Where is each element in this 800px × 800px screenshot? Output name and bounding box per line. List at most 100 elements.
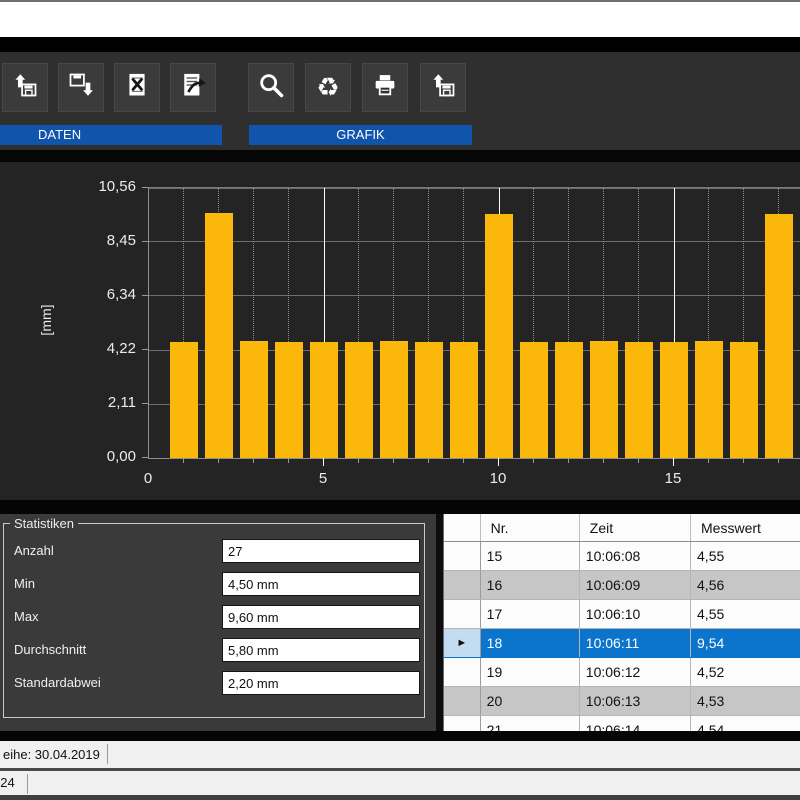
bar-measurement-8 [415,342,443,458]
stat-label-anzahl: Anzahl [14,543,54,558]
bar-measurement-1 [170,342,198,458]
cell-zeit[interactable]: 10:06:08 [579,542,690,571]
cell-nr[interactable]: 21 [480,716,579,732]
window-bottom-edge [0,795,800,800]
stat-row: Min [4,572,424,596]
cell-nr[interactable]: 19 [480,658,579,687]
bar-measurement-2 [205,213,233,458]
table-row-16[interactable]: 1610:06:094,56 [444,571,800,600]
stat-label-min: Min [14,576,35,591]
x-tick-mark [323,458,324,466]
table-row-15[interactable]: 1510:06:084,55 [444,542,800,571]
delete-data-button[interactable] [114,63,160,112]
x-tick-mark [393,458,394,463]
bar-measurement-13 [590,341,618,458]
y-tick-label: 0,00 [86,448,136,465]
table-row-19[interactable]: 1910:06:124,52 [444,658,800,687]
row-selector[interactable] [444,687,480,716]
column-header-zeit[interactable]: Zeit [579,514,690,542]
row-selector[interactable] [444,571,480,600]
table-row-17[interactable]: 1710:06:104,55 [444,600,800,629]
row-selector[interactable] [444,600,480,629]
y-tick-mark [142,349,148,350]
cell-zeit[interactable]: 10:06:13 [579,687,690,716]
y-axis-title: [mm] [38,298,54,342]
bar-measurement-5 [310,342,338,458]
magnifier-icon [257,71,285,104]
y-tick-label: 8,45 [86,232,136,249]
stat-value-anzahl[interactable] [222,539,420,563]
cell-nr[interactable]: 20 [480,687,579,716]
cell-messwert[interactable]: 9,54 [691,629,800,658]
cell-messwert[interactable]: 4,54 [691,716,800,732]
stat-label-max: Max [14,609,39,624]
x-tick-mark [778,458,779,463]
cell-messwert[interactable]: 4,53 [691,687,800,716]
table-header-row: Nr.ZeitMesswert [444,514,800,542]
x-tick-mark [288,458,289,463]
column-header-messwert[interactable]: Messwert [691,514,800,542]
stat-value-min[interactable] [222,572,420,596]
bar-measurement-7 [380,341,408,458]
statusbar-count: 424 [0,771,800,795]
cell-nr[interactable]: 16 [480,571,579,600]
stat-label-standardabwei: Standardabwei [14,675,101,690]
cell-zeit[interactable]: 10:06:11 [579,629,690,658]
refresh-button[interactable]: ♻ [305,63,351,112]
cell-messwert[interactable]: 4,56 [691,571,800,600]
cell-zeit[interactable]: 10:06:09 [579,571,690,600]
zoom-button[interactable] [248,63,294,112]
load-data-button[interactable] [2,63,48,112]
statistics-panel: Statistiken AnzahlMinMaxDurchschnittStan… [0,514,436,731]
current-row-indicator[interactable]: ► [444,629,480,658]
cell-zeit[interactable]: 10:06:12 [579,658,690,687]
toolbar-group-label-daten: DATEN [0,125,222,145]
cell-messwert[interactable]: 4,55 [691,542,800,571]
cell-messwert[interactable]: 4,52 [691,658,800,687]
x-tick-mark [743,458,744,463]
table-row-21[interactable]: 2110:06:144,54 [444,716,800,732]
cell-nr[interactable]: 15 [480,542,579,571]
row-selector[interactable] [444,716,480,732]
y-tick-label: 2,11 [86,394,136,411]
recycle-icon: ♻ [316,74,339,101]
x-tick-label: 10 [481,470,515,487]
x-tick-mark [708,458,709,463]
row-selector[interactable] [444,542,480,571]
column-header-nr[interactable]: Nr. [480,514,579,542]
stat-row: Standardabwei [4,671,424,695]
cell-messwert[interactable]: 4,55 [691,600,800,629]
bar-measurement-11 [520,342,548,458]
y-tick-label: 4,22 [86,340,136,357]
stat-value-standardabwei[interactable] [222,671,420,695]
cell-zeit[interactable]: 10:06:10 [579,600,690,629]
stat-value-durchschnitt[interactable] [222,638,420,662]
statusbar-separator [107,744,108,764]
x-tick-mark [498,458,499,466]
y-gridline [149,295,800,296]
floppy-arrow-up-icon [429,71,457,104]
stat-value-max[interactable] [222,605,420,629]
table-row-20[interactable]: 2010:06:134,53 [444,687,800,716]
stat-label-durchschnitt: Durchschnitt [14,642,86,657]
measurement-bar-chart: [mm] 0,002,114,226,348,4510,56051015 [0,162,800,500]
toolbar: ♻ DATEN GRAFIK [0,52,800,150]
cell-nr[interactable]: 17 [480,600,579,629]
y-tick-mark [142,295,148,296]
bar-measurement-4 [275,342,303,458]
export-data-button[interactable] [170,63,216,112]
save-graphic-button[interactable] [420,63,466,112]
x-tick-label: 15 [656,470,690,487]
bar-measurement-12 [555,342,583,458]
cell-nr[interactable]: 18 [480,629,579,658]
menubar-strip [0,2,800,37]
cell-zeit[interactable]: 10:06:14 [579,716,690,732]
row-selector[interactable] [444,658,480,687]
y-tick-mark [142,241,148,242]
y-tick-label: 6,34 [86,286,136,303]
print-button[interactable] [362,63,408,112]
statusbar-separator [27,774,28,794]
save-data-button[interactable] [58,63,104,112]
table-row-18[interactable]: ►1810:06:119,54 [444,629,800,658]
y-tick-mark [142,187,148,188]
